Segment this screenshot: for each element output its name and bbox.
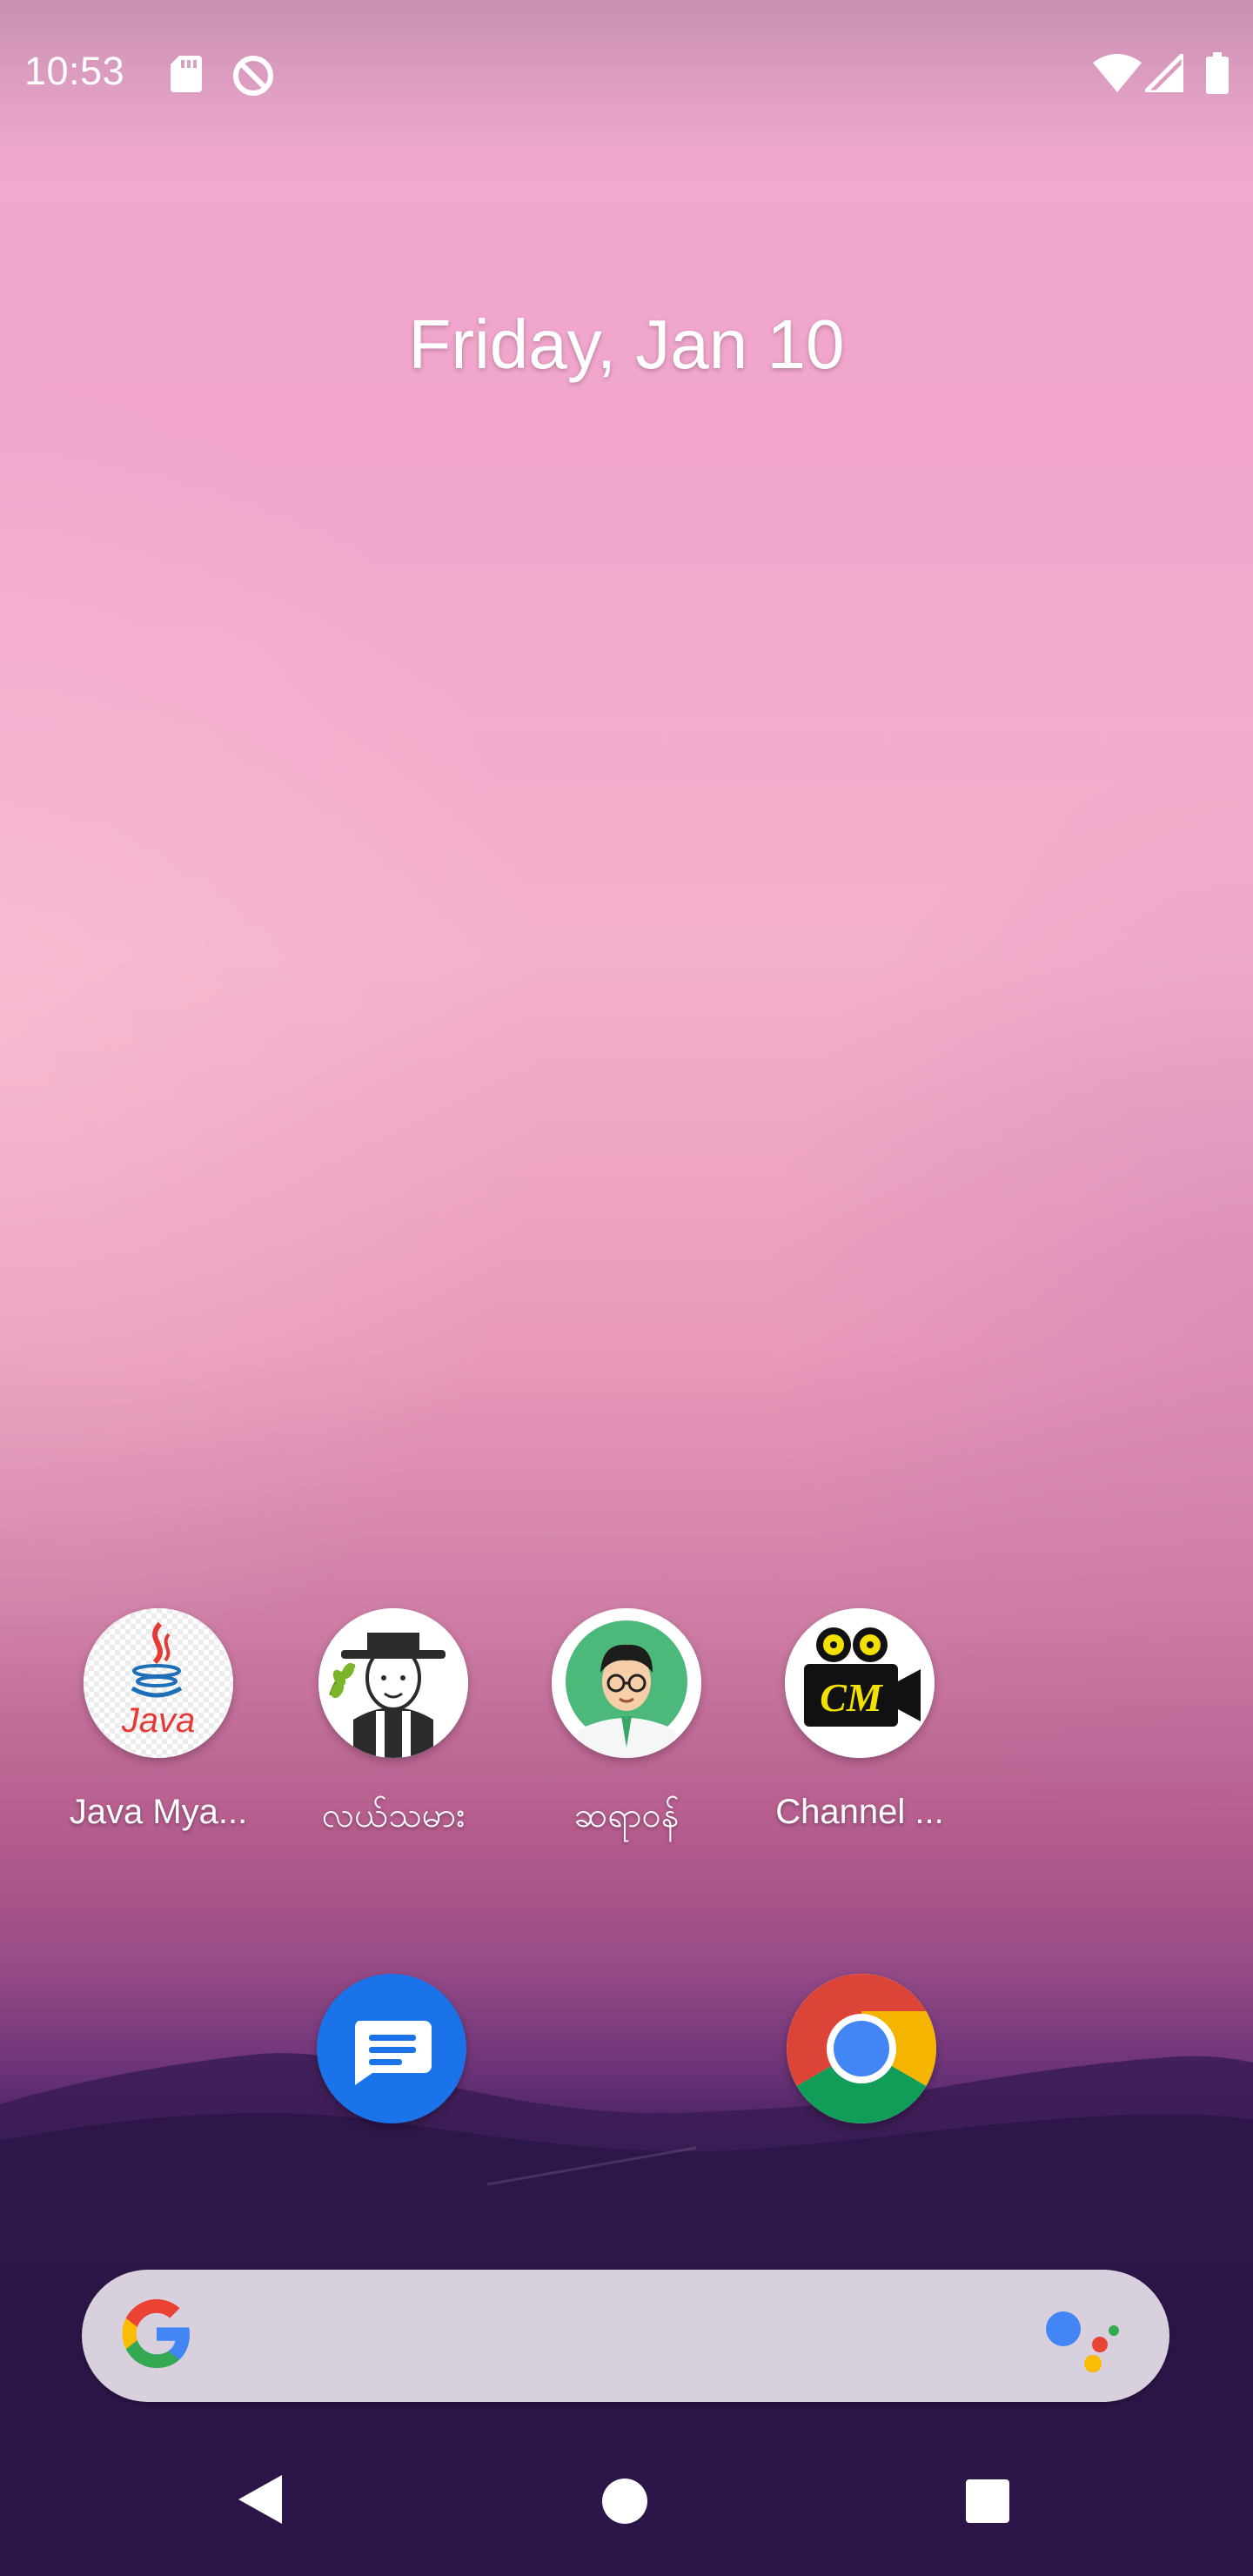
farmer-app-icon (318, 1608, 468, 1758)
google-g-icon (122, 2299, 190, 2368)
status-clock: 10:53 (24, 49, 125, 93)
google-assistant-icon[interactable] (1044, 2306, 1122, 2372)
do-not-disturb-icon (233, 56, 273, 96)
app-label: Java Mya... (69, 1793, 248, 1831)
app-label: လယ်သမား (321, 1796, 466, 1835)
messages-app[interactable] (317, 1974, 466, 2123)
app-java-myanmar[interactable]: Java Java Mya... (54, 1608, 263, 1832)
svg-text:CM: CM (820, 1675, 884, 1720)
date-widget[interactable]: Friday, Jan 10 (0, 305, 1253, 385)
app-doctor[interactable]: ဆရာဝန် (522, 1608, 731, 1844)
app-channel-myanmar[interactable]: CM Channel ... (755, 1608, 964, 1832)
battery-icon (1206, 52, 1229, 94)
home-icon[interactable] (602, 2479, 647, 2524)
app-label: ဆရာဝန် (573, 1796, 680, 1835)
back-icon[interactable] (235, 2472, 284, 2527)
google-search-bar[interactable] (82, 2270, 1169, 2402)
sd-card-icon (171, 56, 202, 92)
status-bar: 10:53 (0, 0, 1253, 148)
doctor-app-icon (552, 1608, 701, 1758)
svg-text:Java: Java (121, 1701, 196, 1740)
wifi-icon (1093, 54, 1142, 92)
cell-signal-icon (1145, 54, 1183, 92)
recents-icon[interactable] (966, 2479, 1009, 2523)
messages-icon (354, 2021, 432, 2085)
chrome-icon (787, 1974, 936, 2123)
app-farmer[interactable]: လယ်သမား (289, 1608, 498, 1844)
chrome-app[interactable] (787, 1974, 936, 2123)
java-app-icon: Java (84, 1608, 233, 1758)
app-label: Channel ... (775, 1793, 944, 1831)
channel-myanmar-app-icon: CM (785, 1608, 935, 1758)
